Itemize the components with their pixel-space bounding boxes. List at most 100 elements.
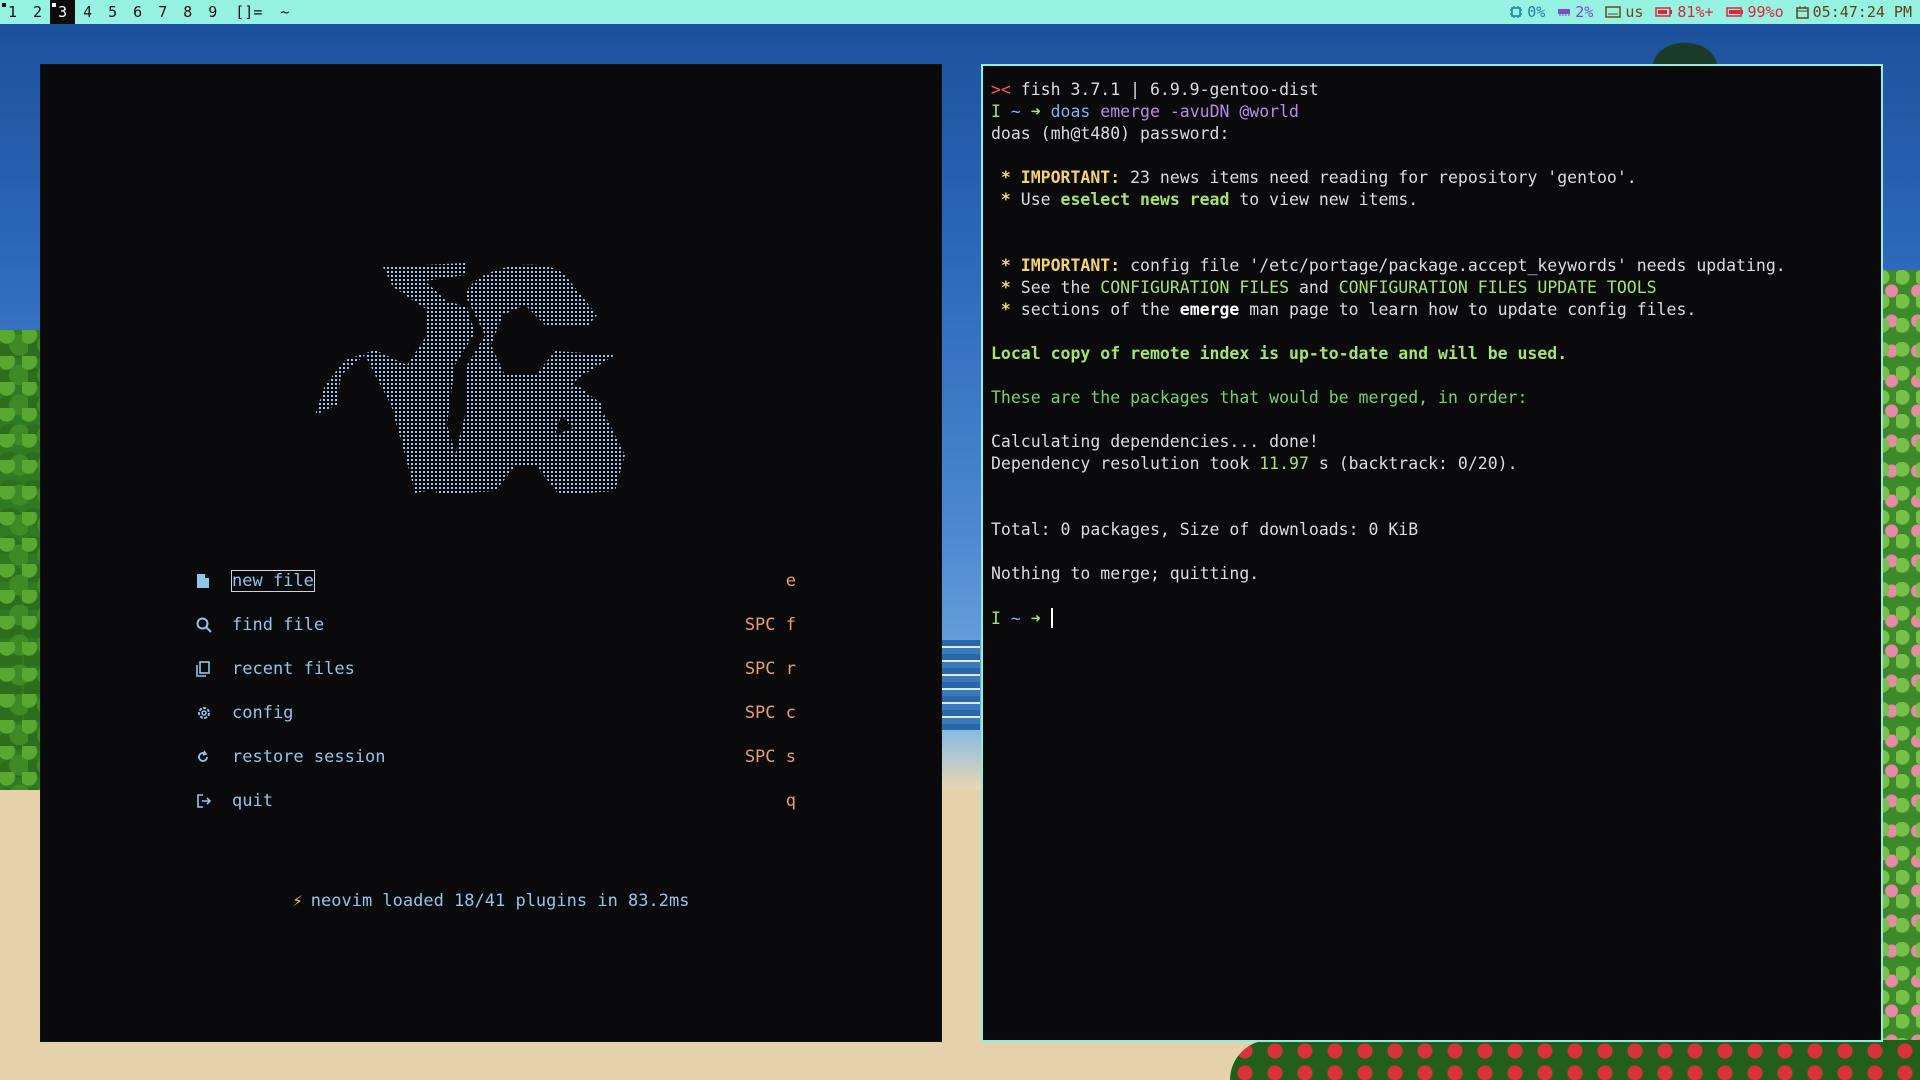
battery-2-value: 99%o	[1747, 3, 1784, 21]
vi-mode-indicator: I	[991, 102, 1001, 121]
workspace-4[interactable]: 4	[75, 0, 100, 24]
command-name: doas	[1040, 102, 1091, 121]
terminal-line-total: Total: 0 packages, Size of downloads: 0 …	[991, 520, 1419, 539]
menu-item-shortcut: SPC r	[744, 659, 796, 679]
line-text: s (backtrack: 0/20).	[1308, 454, 1518, 473]
memory-icon	[1558, 9, 1571, 16]
cpu-module: 0%	[1509, 3, 1545, 21]
battery-1-module: 81%+	[1655, 3, 1714, 21]
menu-item-label: find file	[232, 615, 325, 635]
memory-value: 2%	[1575, 3, 1594, 21]
line-text: See the	[1010, 278, 1101, 297]
wallpaper-sea	[940, 640, 980, 730]
terminal-line-password: doas (mh@t480) password:	[991, 124, 1230, 143]
star-marker: *	[991, 256, 1011, 275]
prompt-arrow-icon: ➜	[1030, 102, 1041, 121]
terminal-line-local-copy: Local copy of remote index is up-to-date…	[991, 344, 1568, 363]
important-label: IMPORTANT:	[1010, 256, 1121, 275]
copy-icon	[196, 661, 210, 677]
terminal-line-greeting: >< fish 3.7.1 | 6.9.9-gentoo-dist	[991, 80, 1319, 99]
terminal-line-resolution: Dependency resolution took 11.97 s (back…	[991, 454, 1518, 473]
window-title: ~	[280, 3, 290, 21]
line-text: man page to learn how to update config f…	[1239, 300, 1697, 319]
workspace-2[interactable]: 2	[25, 0, 50, 24]
line-text: to view new items.	[1229, 190, 1419, 209]
workspace-1[interactable]: 1	[0, 0, 25, 24]
menu-item-config[interactable]: config SPC c	[196, 691, 796, 735]
menu-item-shortcut: SPC c	[744, 703, 796, 723]
menu-item-quit[interactable]: quit q	[196, 779, 796, 823]
keyboard-module: us	[1605, 3, 1643, 21]
line-text: Use	[1010, 190, 1061, 209]
layout-indicator[interactable]: []=	[225, 3, 272, 21]
highlight-text: emerge	[1179, 300, 1240, 319]
prompt-arrow-icon: ➜	[1030, 609, 1041, 628]
search-icon	[196, 617, 212, 633]
menu-item-restore-session[interactable]: restore session SPC s	[196, 735, 796, 779]
menu-item-label: quit	[232, 791, 273, 811]
terminal-line-packages: These are the packages that would be mer…	[991, 388, 1528, 407]
line-text: 23 news items need reading for repositor…	[1120, 168, 1637, 187]
menu-item-label: restore session	[232, 747, 386, 767]
workspace-5[interactable]: 5	[100, 0, 125, 24]
line-text: Dependency resolution took	[991, 454, 1260, 473]
workspace-9[interactable]: 9	[200, 0, 225, 24]
memory-module: 2%	[1557, 3, 1593, 21]
menu-item-shortcut: SPC f	[744, 615, 796, 635]
terminal-line-sections: * sections of the emerge man page to lea…	[991, 300, 1696, 319]
vi-mode-indicator: I	[991, 609, 1001, 628]
keyboard-icon	[1605, 6, 1622, 18]
dashboard-menu: new file e find file SPC f recent files …	[196, 559, 796, 823]
line-text: config file '/etc/portage/package.accept…	[1120, 256, 1786, 275]
status-bar: 1 2 3 4 5 6 7 8 9 []= ~ 0% 2% us 81%+ 99…	[0, 0, 1920, 24]
menu-item-recent-files[interactable]: recent files SPC r	[196, 647, 796, 691]
cpu-value: 0%	[1527, 3, 1546, 21]
fish-logo: ><	[991, 80, 1011, 99]
neovim-dashboard-logo	[315, 263, 625, 495]
prompt-path: ~	[1000, 102, 1031, 121]
line-text: sections of the	[1010, 300, 1180, 319]
menu-item-label: new file	[231, 570, 315, 592]
highlight-text: CONFIGURATION FILES UPDATE TOOLS	[1338, 278, 1657, 297]
menu-item-find-file[interactable]: find file SPC f	[196, 603, 796, 647]
status-modules: 0% 2% us 81%+ 99%o 05:47:24 PM	[1501, 0, 1920, 24]
battery-1-value: 81%+	[1677, 3, 1714, 21]
workspace-3[interactable]: 3	[50, 0, 76, 24]
menu-item-new-file[interactable]: new file e	[196, 559, 796, 603]
wallpaper-palm	[1630, 26, 1740, 66]
command-target: @world	[1229, 102, 1299, 121]
star-marker: *	[991, 168, 1011, 187]
terminal-line-config-important: * IMPORTANT: config file '/etc/portage/p…	[991, 256, 1786, 275]
workspace-8[interactable]: 8	[175, 0, 200, 24]
menu-item-shortcut: SPC s	[744, 747, 796, 767]
prompt-path: ~	[1000, 609, 1031, 628]
neovim-window[interactable]: new file e find file SPC f recent files …	[40, 64, 942, 1042]
highlight-text: CONFIGURATION FILES	[1100, 278, 1290, 297]
greeting-text: fish 3.7.1 | 6.9.9-gentoo-dist	[1010, 80, 1319, 99]
workspace-6[interactable]: 6	[125, 0, 150, 24]
cpu-icon	[1510, 6, 1523, 18]
workspace-7[interactable]: 7	[150, 0, 175, 24]
terminal-line-command: I ~ ➜ doas emerge -avuDN @world	[991, 102, 1299, 121]
command-args: emerge -avuDN	[1090, 102, 1230, 121]
text-cursor	[1050, 608, 1053, 628]
terminal-line-prompt[interactable]: I ~ ➜	[991, 608, 1053, 628]
important-label: IMPORTANT:	[1010, 168, 1121, 187]
plugins-loaded-footer: ⚡ neovim loaded 18/41 plugins in 83.2ms	[41, 891, 941, 911]
battery-icon	[1725, 7, 1743, 17]
wallpaper-flowers-bottom	[1230, 1040, 1920, 1080]
terminal-window[interactable]: >< fish 3.7.1 | 6.9.9-gentoo-dist I ~ ➜ …	[981, 64, 1883, 1042]
keyboard-layout-value: us	[1625, 3, 1644, 21]
clock-module: 05:47:24 PM	[1795, 3, 1912, 21]
terminal-line-see-the: * See the CONFIGURATION FILES and CONFIG…	[991, 278, 1657, 297]
restore-icon	[198, 750, 208, 762]
battery-2-module: 99%o	[1725, 3, 1784, 21]
file-icon	[197, 574, 209, 588]
menu-item-label: config	[232, 703, 294, 723]
line-text: and	[1289, 278, 1339, 297]
resolution-time: 11.97	[1259, 454, 1309, 473]
clock-value: 05:47:24 PM	[1812, 3, 1912, 21]
star-marker: *	[991, 300, 1011, 319]
menu-item-shortcut: q	[785, 791, 796, 811]
terminal-line-eselect: * Use eselect news read to view new item…	[991, 190, 1418, 209]
